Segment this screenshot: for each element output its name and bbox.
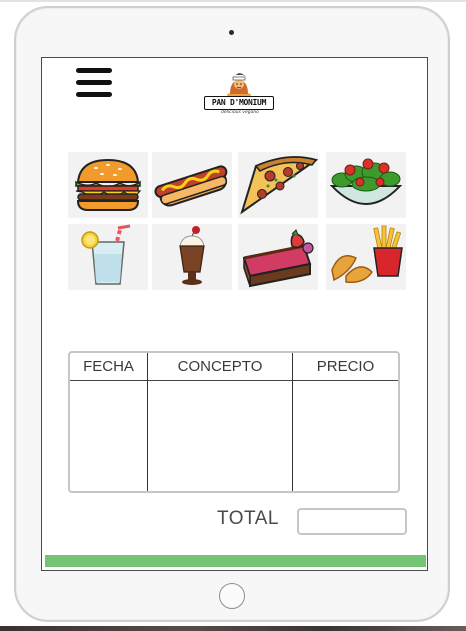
table-header-divider <box>70 380 398 381</box>
logo-name: PAN D'MONIUM <box>204 96 274 110</box>
hot-dog-icon <box>154 165 228 207</box>
app-screen: PAN D'MONIUM delicious vegano FECHA CONC… <box>41 57 428 571</box>
header-precio: PRECIO <box>316 358 375 375</box>
top-edge-line <box>0 0 466 2</box>
food-item-milkshake[interactable] <box>152 224 232 290</box>
food-item-hot-dog[interactable] <box>152 152 232 218</box>
total-field[interactable] <box>297 508 407 535</box>
column-divider <box>292 353 293 491</box>
home-button[interactable] <box>219 583 245 609</box>
brand-logo: PAN D'MONIUM delicious vegano <box>200 69 278 115</box>
chef-mascot-icon <box>227 73 251 98</box>
logo-tagline: delicious vegano <box>221 110 259 115</box>
column-divider <box>147 353 148 491</box>
food-item-salad[interactable] <box>326 152 406 218</box>
food-item-lemonade[interactable] <box>68 224 148 290</box>
cake-slice-icon <box>242 229 314 288</box>
orders-table: FECHA CONCEPTO PRECIO <box>68 351 400 493</box>
hamburger-menu-icon[interactable] <box>76 67 112 99</box>
header-concepto: CONCEPTO <box>177 358 263 375</box>
header-fecha: FECHA <box>83 358 134 375</box>
food-item-fries[interactable] <box>326 224 406 290</box>
food-item-burger[interactable] <box>68 152 148 218</box>
food-item-pizza[interactable] <box>238 152 318 218</box>
footer-accent-bar <box>45 555 426 567</box>
camera-dot <box>229 30 234 35</box>
lemonade-glass-icon <box>81 224 131 285</box>
pizza-slice-icon <box>240 156 318 215</box>
fries-icon <box>331 225 403 284</box>
food-item-cake[interactable] <box>238 224 318 290</box>
milkshake-icon <box>179 226 205 285</box>
burger-icon <box>75 158 142 211</box>
salad-bowl-icon <box>329 158 403 205</box>
food-menu-grid <box>68 152 408 290</box>
bottom-edge-strip <box>0 626 466 631</box>
total-label: TOTAL <box>217 508 279 529</box>
